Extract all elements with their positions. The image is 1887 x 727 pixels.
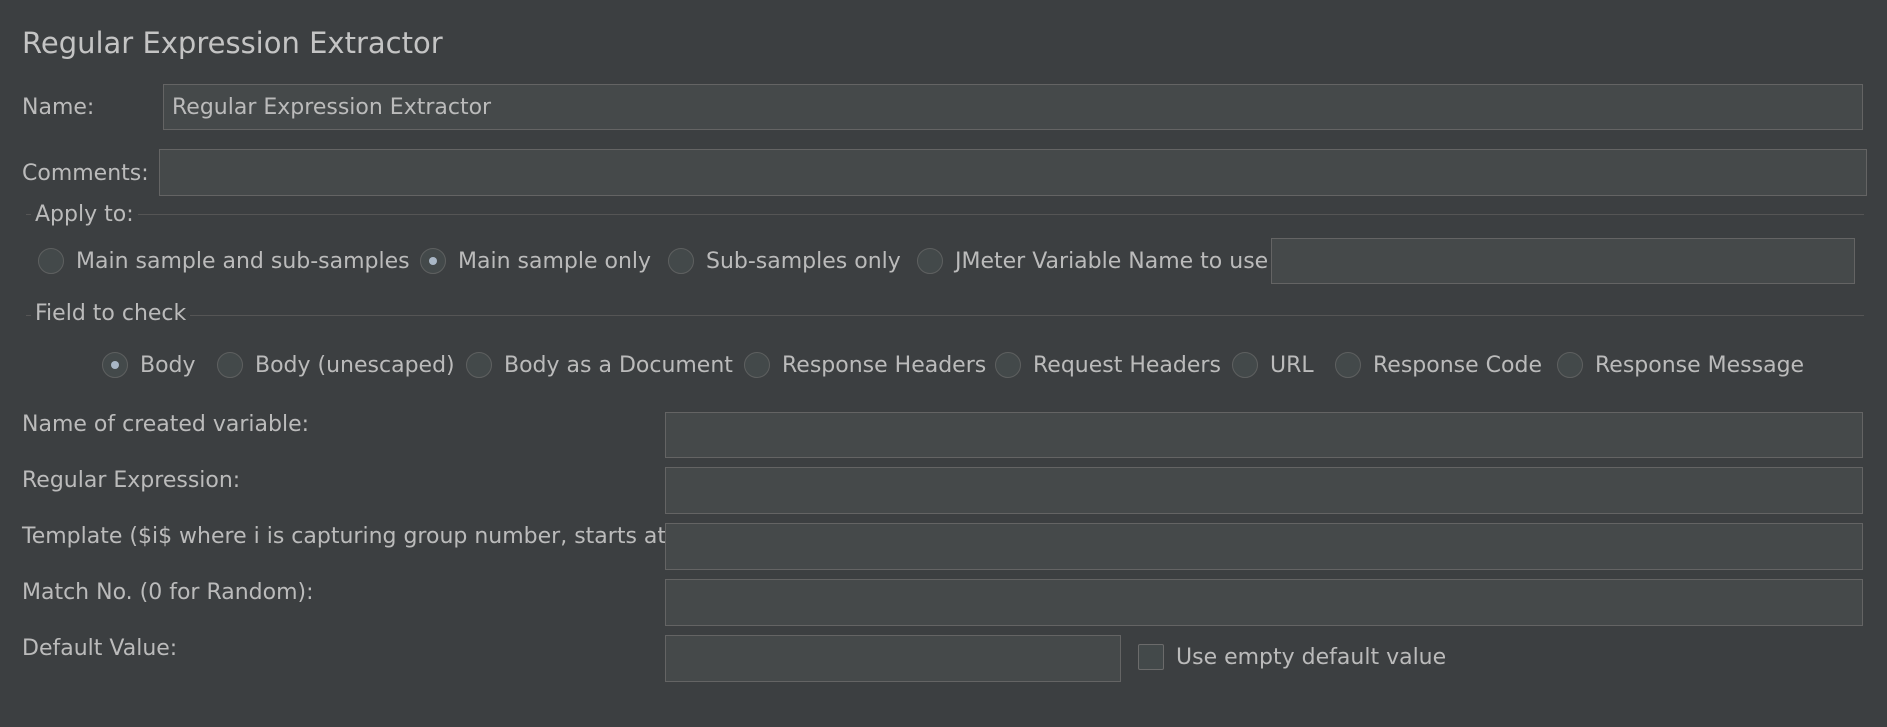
field-to-check-divider [26, 315, 1864, 316]
name-input[interactable] [163, 84, 1863, 130]
match-no-input[interactable] [665, 579, 1863, 626]
checkbox-box [1138, 644, 1164, 670]
radio-label: Body [140, 352, 196, 378]
radio-dot [38, 248, 64, 274]
radio-label: Response Message [1595, 352, 1805, 378]
radio-response-message[interactable]: Response Message [1557, 352, 1804, 378]
radio-body-unescaped[interactable]: Body (unescaped) [217, 352, 455, 378]
radio-label: JMeter Variable Name to use [955, 248, 1269, 274]
field-to-check-title: Field to check [31, 301, 191, 326]
radio-request-headers[interactable]: Request Headers [995, 352, 1221, 378]
comments-label: Comments: [22, 161, 149, 186]
radio-url[interactable]: URL [1232, 352, 1314, 378]
radio-dot [466, 352, 492, 378]
radio-label: Sub-samples only [706, 248, 901, 274]
radio-label: Body as a Document [504, 352, 733, 378]
radio-label: Response Code [1373, 352, 1542, 378]
radio-label: Body (unescaped) [255, 352, 455, 378]
default-value-input[interactable] [665, 635, 1121, 682]
radio-dot [668, 248, 694, 274]
radio-dot [1335, 352, 1361, 378]
template-input[interactable] [665, 523, 1863, 570]
radio-dot-selected [420, 248, 446, 274]
created-variable-input[interactable] [665, 412, 1863, 458]
radio-main-sample-only[interactable]: Main sample only [420, 248, 651, 274]
checkbox-label: Use empty default value [1176, 644, 1447, 670]
radio-dot [217, 352, 243, 378]
use-empty-default-checkbox[interactable]: Use empty default value [1138, 644, 1446, 670]
radio-label: Request Headers [1033, 352, 1221, 378]
default-value-label: Default Value: [22, 636, 178, 661]
created-variable-label: Name of created variable: [22, 412, 310, 437]
match-no-label: Match No. (0 for Random): [22, 580, 314, 605]
radio-dot [1232, 352, 1258, 378]
regex-label: Regular Expression: [22, 468, 241, 493]
radio-label: URL [1270, 352, 1314, 378]
radio-label: Response Headers [782, 352, 987, 378]
regex-input[interactable] [665, 467, 1863, 514]
comments-input[interactable] [159, 149, 1867, 196]
radio-jmeter-variable[interactable]: JMeter Variable Name to use [917, 248, 1268, 274]
radio-main-and-sub-samples[interactable]: Main sample and sub-samples [38, 248, 410, 274]
radio-label: Main sample and sub-samples [76, 248, 410, 274]
radio-body[interactable]: Body [102, 352, 196, 378]
name-label: Name: [22, 95, 95, 120]
radio-body-as-document[interactable]: Body as a Document [466, 352, 733, 378]
radio-dot [917, 248, 943, 274]
radio-dot [995, 352, 1021, 378]
radio-label: Main sample only [458, 248, 652, 274]
template-label: Template ($i$ where i is capturing group… [22, 524, 703, 549]
jmeter-variable-name-input[interactable] [1271, 238, 1855, 284]
radio-dot [744, 352, 770, 378]
radio-dot-selected [102, 352, 128, 378]
apply-to-title: Apply to: [31, 202, 138, 227]
radio-sub-samples-only[interactable]: Sub-samples only [668, 248, 901, 274]
radio-response-code[interactable]: Response Code [1335, 352, 1542, 378]
panel-title: Regular Expression Extractor [22, 26, 443, 60]
radio-response-headers[interactable]: Response Headers [744, 352, 986, 378]
radio-dot [1557, 352, 1583, 378]
apply-to-divider [26, 214, 1864, 215]
